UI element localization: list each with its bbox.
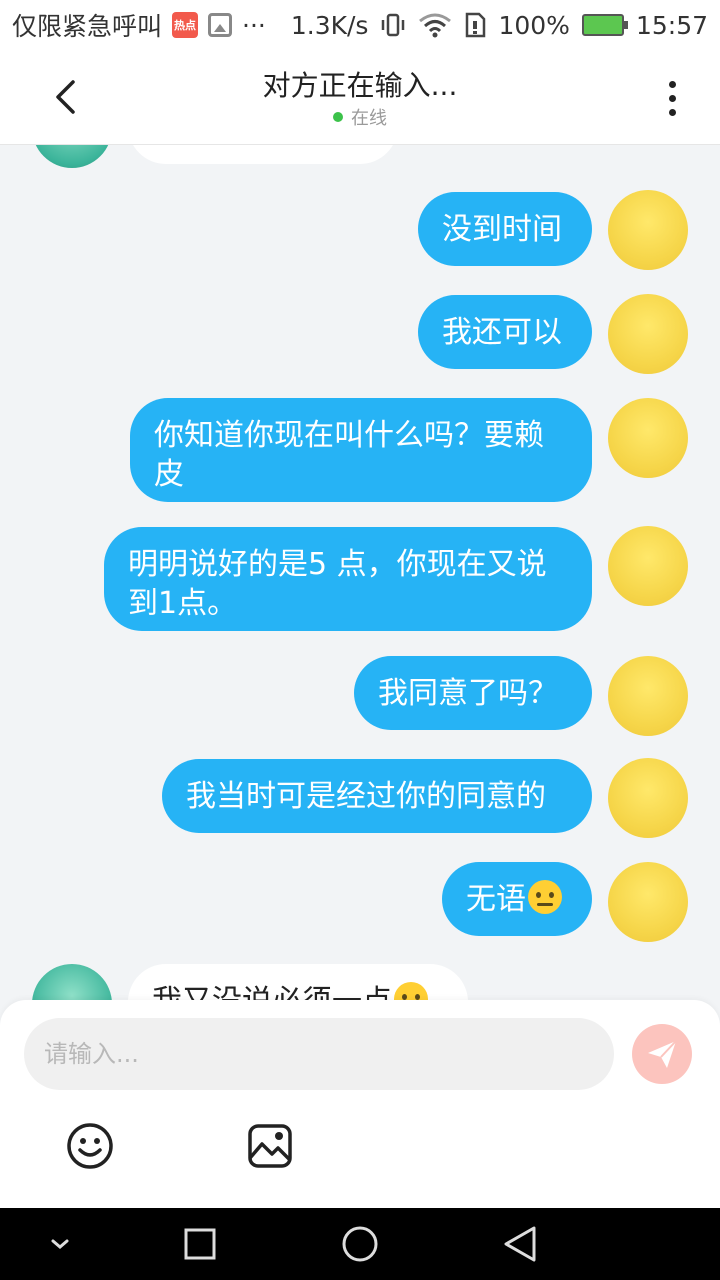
message-text: 我又没说必须一点 xyxy=(152,984,392,1000)
contact-avatar[interactable] xyxy=(32,964,112,1000)
vibrate-icon xyxy=(382,13,405,37)
online-status: 在线 xyxy=(0,104,720,130)
more-options-button[interactable] xyxy=(652,76,692,120)
more-dot xyxy=(668,108,676,116)
my-avatar[interactable] xyxy=(608,526,688,606)
my-avatar[interactable] xyxy=(608,862,688,942)
incoming-message[interactable]: 我又没说必须一点 xyxy=(128,964,468,1000)
hot-icon: 热点 xyxy=(172,12,199,38)
online-dot-icon xyxy=(333,112,343,122)
square-icon xyxy=(184,1228,216,1260)
outgoing-message[interactable]: 无语 xyxy=(442,862,592,936)
online-status-label: 在线 xyxy=(351,108,387,129)
my-avatar[interactable] xyxy=(608,294,688,374)
message-text: 无语 xyxy=(466,882,526,917)
nav-recents-button[interactable] xyxy=(180,1224,220,1264)
emoji-button[interactable] xyxy=(66,1122,114,1170)
status-bar: 仅限紧急呼叫 热点 ··· 1.3K/s 100% 15:57 xyxy=(0,0,720,50)
carrier-text: 仅限紧急呼叫 xyxy=(12,12,163,41)
more-notifications-icon: ··· xyxy=(242,10,266,40)
chat-header: 对方正在输入... 在线 xyxy=(0,50,720,144)
send-button[interactable] xyxy=(632,1024,692,1084)
outgoing-message[interactable]: 我同意了吗？ xyxy=(354,656,592,730)
chevron-down-icon xyxy=(51,1239,69,1249)
gallery-notification-icon xyxy=(208,13,233,37)
wifi-icon xyxy=(419,13,452,38)
message-list[interactable]: 没到时间 我还可以 你知道你现在叫什么吗？要赖皮 明明说好的是5 点，你现在又说… xyxy=(0,144,720,1000)
image-icon xyxy=(248,1124,292,1168)
input-panel xyxy=(0,1000,720,1208)
system-nav-bar xyxy=(0,1208,720,1280)
circle-icon xyxy=(342,1226,378,1262)
my-avatar[interactable] xyxy=(608,758,688,838)
my-avatar[interactable] xyxy=(608,656,688,736)
battery-percent: 100% xyxy=(498,10,570,40)
outgoing-message[interactable]: 你知道你现在叫什么吗？要赖皮 xyxy=(130,398,592,502)
nav-home-button[interactable] xyxy=(340,1224,380,1264)
smiley-icon xyxy=(67,1123,113,1169)
message-input[interactable] xyxy=(24,1018,614,1090)
nav-back-button[interactable] xyxy=(500,1224,540,1264)
network-speed: 1.3K/s xyxy=(290,10,369,40)
outgoing-message[interactable]: 我还可以 xyxy=(418,295,592,369)
partial-message-bubble xyxy=(128,144,398,164)
status-left: 仅限紧急呼叫 热点 ··· xyxy=(12,7,266,43)
page-title: 对方正在输入... xyxy=(262,69,458,102)
sweat-face-emoji-icon xyxy=(528,880,562,914)
nav-collapse-button[interactable] xyxy=(40,1224,80,1264)
more-dot xyxy=(668,94,676,102)
image-button[interactable] xyxy=(246,1122,294,1170)
my-avatar[interactable] xyxy=(608,398,688,478)
chat-screen: 仅限紧急呼叫 热点 ··· 1.3K/s 100% 15:57 对方正在输入..… xyxy=(0,0,720,1280)
sim-icon xyxy=(466,12,486,38)
contact-avatar[interactable] xyxy=(32,144,112,168)
more-vertical-icon xyxy=(668,80,676,88)
smile-emoji-icon xyxy=(394,982,428,1000)
outgoing-message[interactable]: 我当时可是经过你的同意的 xyxy=(162,759,592,833)
status-right: 1.3K/s 100% 15:57 xyxy=(291,11,708,40)
outgoing-message[interactable]: 没到时间 xyxy=(418,192,592,266)
my-avatar[interactable] xyxy=(608,190,688,270)
outgoing-message[interactable]: 明明说好的是5 点，你现在又说到1点。 xyxy=(104,527,592,631)
clock: 15:57 xyxy=(635,10,708,40)
triangle-back-icon xyxy=(504,1226,536,1262)
battery-icon xyxy=(581,14,628,36)
send-icon xyxy=(648,1040,677,1068)
